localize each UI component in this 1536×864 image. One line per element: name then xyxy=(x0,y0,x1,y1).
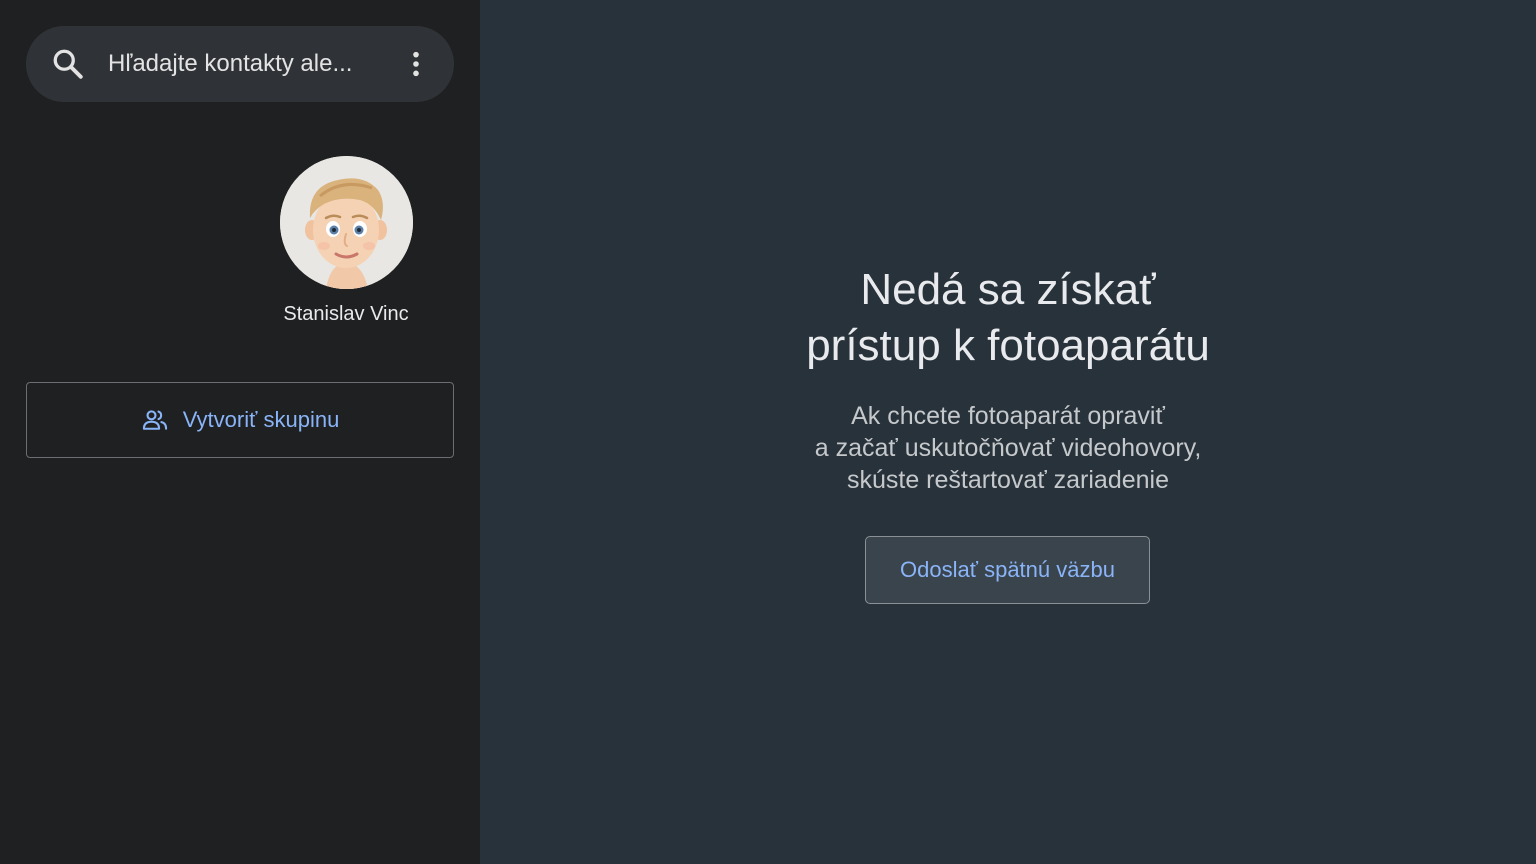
contact-name: Stanislav Vinc xyxy=(283,303,409,325)
camera-error-panel: Nedá sa získať prístup k fotoaparátu Ak … xyxy=(480,0,1536,864)
create-group-button[interactable]: Vytvoriť skupinu xyxy=(26,382,454,458)
create-group-label: Vytvoriť skupinu xyxy=(182,407,340,432)
error-title: Nedá sa získať prístup k fotoaparátu xyxy=(480,262,1536,374)
contact-card[interactable]: Stanislav Vinc xyxy=(272,156,420,336)
error-description-line: Ak chcete fotoaparát opraviť xyxy=(851,402,1165,430)
error-title-line: Nedá sa získať xyxy=(860,265,1156,314)
app-window: Stanislav Vinc Vytvoriť skupinu Nedá sa … xyxy=(0,0,1536,864)
more-vert-icon[interactable] xyxy=(400,48,432,80)
error-title-line: prístup k fotoaparátu xyxy=(806,321,1210,370)
search-input[interactable] xyxy=(108,46,378,82)
sidebar: Stanislav Vinc Vytvoriť skupinu xyxy=(0,0,480,864)
search-bar[interactable] xyxy=(26,26,454,102)
send-feedback-button[interactable]: Odoslať spätnú väzbu xyxy=(865,536,1150,604)
group-icon xyxy=(142,410,167,430)
error-description: Ak chcete fotoaparát opraviť a začať usk… xyxy=(480,400,1536,496)
error-description-line: a začať uskutočňovať videohovory, xyxy=(814,434,1202,462)
error-description-line: skúste reštartovať zariadenie xyxy=(846,466,1170,494)
search-icon[interactable] xyxy=(50,46,86,82)
memoji-avatar xyxy=(279,156,413,289)
avatar[interactable] xyxy=(279,156,413,289)
